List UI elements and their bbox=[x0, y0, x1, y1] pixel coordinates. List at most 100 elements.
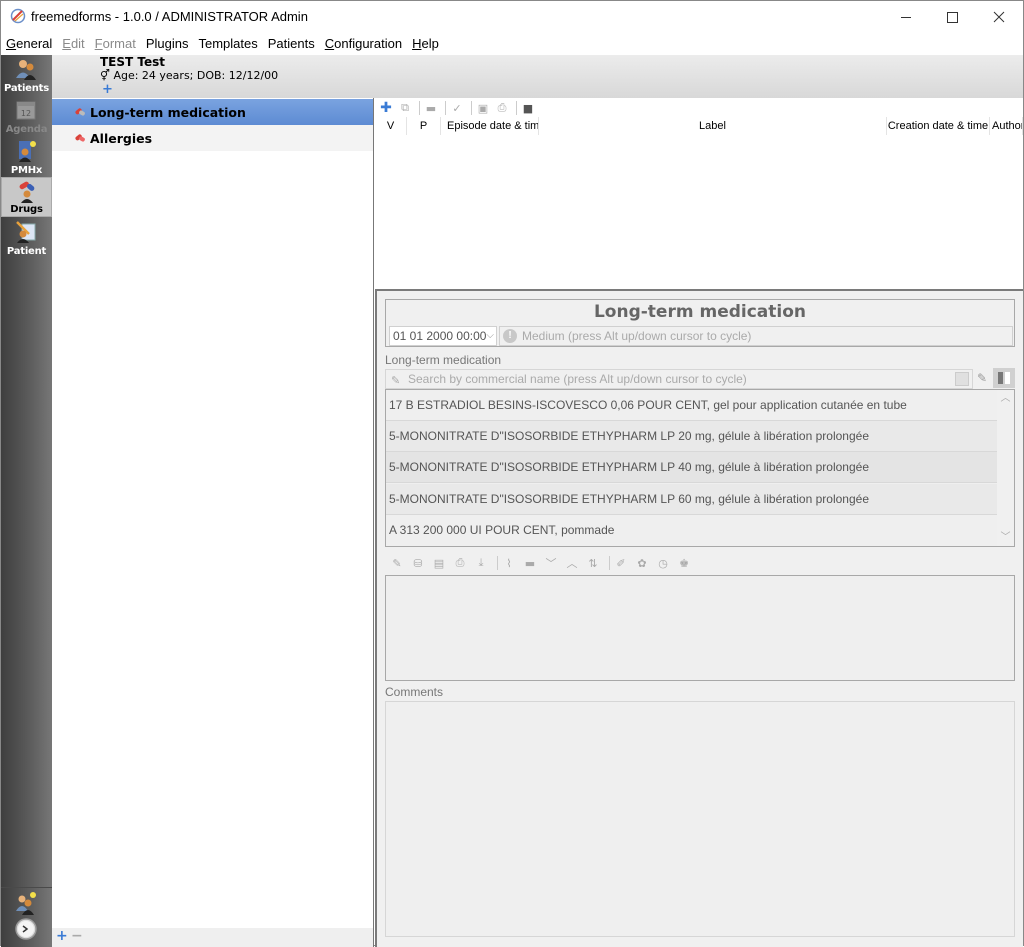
search-mode-button[interactable]: ✎ bbox=[975, 371, 989, 387]
print-button[interactable]: ▣ bbox=[475, 100, 491, 116]
clear-button[interactable]: ⌇ bbox=[501, 555, 517, 571]
save-icon: ⤓ bbox=[478, 556, 484, 569]
menu-general[interactable]: General bbox=[1, 34, 57, 54]
drug-list-item[interactable]: A 313 200 000 UI POUR CENT, pommade bbox=[386, 515, 997, 546]
column-header-author[interactable]: Author bbox=[990, 117, 1023, 135]
svg-text:12: 12 bbox=[21, 109, 31, 118]
toggle-view-button[interactable] bbox=[993, 368, 1015, 388]
drug-list-item[interactable]: 5-MONONITRATE D"ISOSORBIDE ETHYPHARM LP … bbox=[386, 484, 997, 515]
menu-templates[interactable]: Templates bbox=[194, 34, 263, 54]
close-icon bbox=[993, 11, 1005, 23]
app-window: freemedforms - 1.0.0 / ADMINISTRATOR Adm… bbox=[0, 0, 1024, 947]
patient-info: ⚥ Age: 24 years; DOB: 12/12/00 bbox=[100, 69, 278, 82]
menu-format[interactable]: Format bbox=[90, 34, 141, 54]
priority-icon: ! bbox=[503, 329, 517, 343]
menu-configuration-label: onfiguration bbox=[334, 36, 403, 51]
close-button[interactable] bbox=[976, 1, 1022, 33]
gender-icon: ⚥ bbox=[100, 69, 110, 82]
clear-search-icon[interactable] bbox=[955, 372, 969, 386]
sort-button[interactable]: ⇅ bbox=[585, 555, 601, 571]
validate-episode-button[interactable]: ✓ bbox=[449, 100, 465, 116]
mode-drugs[interactable]: Drugs bbox=[1, 177, 52, 217]
comments-label: Comments bbox=[385, 685, 444, 699]
remove-episode-button[interactable]: ▬ bbox=[423, 100, 439, 116]
toolbar-separator bbox=[471, 101, 472, 115]
tree-footer: + − bbox=[52, 928, 373, 947]
drug-list-scrollbar[interactable]: ︿ ﹀ bbox=[997, 390, 1014, 546]
dosage-icon: ✐ bbox=[616, 556, 626, 570]
mode-patients[interactable]: Patients bbox=[1, 55, 52, 95]
menu-edit-accel: E bbox=[62, 36, 71, 51]
clock-button[interactable] bbox=[14, 917, 38, 941]
drug-search-placeholder: Search by commercial name (press Alt up/… bbox=[408, 372, 747, 386]
comments-textarea[interactable] bbox=[385, 701, 1015, 937]
clock-icon bbox=[15, 918, 37, 940]
menu-plugins-label: Plugins bbox=[145, 36, 189, 51]
patient-name: TEST Test bbox=[100, 55, 165, 69]
maximize-button[interactable] bbox=[929, 1, 975, 33]
move-up-button[interactable]: ︿ bbox=[564, 555, 580, 571]
add-episode-button[interactable]: ✚ bbox=[378, 100, 394, 116]
drug-list-item[interactable]: 5-MONONITRATE D"ISOSORBIDE ETHYPHARM LP … bbox=[386, 421, 997, 452]
drug-search-button[interactable]: ✎ bbox=[389, 555, 405, 571]
briefcase-button[interactable]: ■ bbox=[520, 100, 536, 116]
mode-pmhx[interactable]: PMHx bbox=[1, 137, 52, 177]
dosage-button[interactable]: ✐ bbox=[613, 555, 629, 571]
toolbar-separator bbox=[516, 101, 517, 115]
menu-plugins[interactable]: Plugins bbox=[141, 34, 194, 54]
tree-item-long-term-medication[interactable]: Long-term medication bbox=[52, 99, 373, 125]
column-header-episode-date[interactable]: Episode date & time bbox=[441, 117, 539, 135]
remove-drug-button[interactable]: ▬ bbox=[522, 555, 538, 571]
copy-episode-button[interactable]: ⧉ bbox=[397, 100, 413, 116]
column-header-v[interactable]: V bbox=[375, 117, 407, 135]
scroll-up-icon[interactable]: ︿ bbox=[997, 390, 1014, 407]
column-header-p[interactable]: P bbox=[407, 117, 441, 135]
episode-table-header: V P Episode date & time Label Creation d… bbox=[375, 117, 1023, 135]
episode-date-field[interactable]: 01 01 2000 00:00 ⌵ bbox=[389, 326, 497, 346]
move-up-icon: ︿ bbox=[566, 557, 578, 570]
patient-expand-button[interactable]: + bbox=[102, 83, 113, 96]
print-icon: ▣ bbox=[477, 101, 489, 115]
menu-edit[interactable]: Edit bbox=[57, 34, 89, 54]
scroll-down-icon[interactable]: ﹀ bbox=[997, 529, 1014, 546]
menu-configuration[interactable]: Configuration bbox=[320, 34, 407, 54]
mode-agenda[interactable]: 12 Agenda bbox=[1, 96, 52, 136]
sidebar-divider bbox=[1, 887, 52, 888]
book-icon: ▤ bbox=[433, 556, 445, 570]
remove-form-button[interactable]: − bbox=[71, 928, 83, 944]
patient-bar: TEST Test ⚥ Age: 24 years; DOB: 12/12/00… bbox=[52, 55, 1023, 98]
user-button[interactable] bbox=[13, 891, 39, 915]
save-button[interactable]: ⤓ bbox=[473, 555, 489, 571]
mode-pmhx-label: PMHx bbox=[10, 165, 43, 176]
column-header-label[interactable]: Label bbox=[539, 117, 887, 135]
drug-search-input[interactable]: ✎ Search by commercial name (press Alt u… bbox=[385, 369, 973, 389]
menu-help[interactable]: Help bbox=[407, 34, 444, 54]
book-button[interactable]: ▤ bbox=[431, 555, 447, 571]
tree-item-allergies[interactable]: Allergies bbox=[52, 125, 373, 151]
allergy-form-icon bbox=[75, 134, 85, 142]
move-down-button[interactable]: ﹀ bbox=[543, 555, 559, 571]
chevron-down-icon[interactable]: ⌵ bbox=[486, 327, 494, 345]
drug-list-item[interactable]: 5-MONONITRATE D"ISOSORBIDE ETHYPHARM LP … bbox=[386, 452, 997, 483]
drug-list-item[interactable]: 17 B ESTRADIOL BESINS-ISCOVESCO 0,06 POU… bbox=[386, 390, 997, 421]
print-preview-button[interactable]: ⎙ bbox=[494, 100, 510, 116]
menu-format-accel: F bbox=[94, 36, 103, 51]
minimize-button[interactable] bbox=[883, 1, 929, 33]
mode-patient[interactable]: Patient bbox=[1, 218, 52, 258]
print-preview-button[interactable]: ⎙ bbox=[452, 555, 468, 571]
toolbar-separator bbox=[497, 556, 498, 570]
print-preview-icon: ⎙ bbox=[455, 556, 465, 569]
episode-date-value: 01 01 2000 00:00 bbox=[393, 329, 487, 343]
priority-field[interactable]: ! Medium (press Alt up/down cursor to cy… bbox=[499, 326, 1013, 346]
patient-button[interactable]: ♚ bbox=[676, 555, 692, 571]
add-form-button[interactable]: + bbox=[56, 928, 68, 944]
column-header-creation-date[interactable]: Creation date & time bbox=[887, 117, 990, 135]
menu-format-label: ormat bbox=[102, 36, 136, 51]
info-button[interactable]: ◷ bbox=[655, 555, 671, 571]
interactions-button[interactable]: ✿ bbox=[634, 555, 650, 571]
menu-patients[interactable]: Patients bbox=[263, 34, 320, 54]
episode-table[interactable] bbox=[375, 135, 1023, 289]
load-button[interactable]: ⛁ bbox=[410, 555, 426, 571]
app-logo-icon bbox=[10, 8, 26, 24]
prescription-list[interactable] bbox=[385, 575, 1015, 681]
